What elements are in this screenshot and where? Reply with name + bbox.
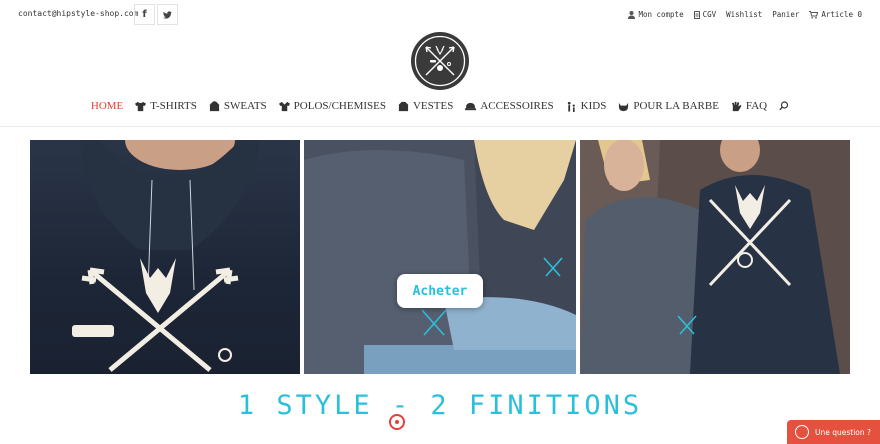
nav-kids[interactable]: KIDS bbox=[566, 100, 606, 112]
nav-pour-la-barbe[interactable]: POUR LA BARBE bbox=[618, 100, 719, 112]
chat-bubble-icon bbox=[795, 425, 809, 439]
nav-home[interactable]: HOME bbox=[91, 100, 123, 112]
facebook-icon: f bbox=[142, 9, 147, 20]
wishlist-link[interactable]: Wishlist bbox=[726, 10, 762, 19]
twitter-button[interactable] bbox=[157, 4, 178, 25]
nav-accessoires[interactable]: ACCESSOIRES bbox=[465, 100, 554, 112]
search-icon bbox=[779, 101, 789, 111]
article-count-link[interactable]: Article 0 bbox=[809, 10, 862, 19]
account-links: Mon compte CGV Wishlist Panier Article 0 bbox=[628, 10, 862, 19]
hand-icon bbox=[731, 101, 742, 111]
hero-image-couple-sitting[interactable] bbox=[304, 140, 576, 374]
hipstyle-logo[interactable] bbox=[411, 32, 469, 90]
buy-button[interactable]: Acheter bbox=[397, 274, 483, 308]
tshirt-icon bbox=[135, 101, 147, 111]
polo-icon bbox=[278, 101, 290, 111]
my-account-link[interactable]: Mon compte bbox=[628, 10, 684, 19]
nav-tshirts[interactable]: T-SHIRTS bbox=[135, 100, 197, 112]
nav-faq[interactable]: FAQ bbox=[731, 100, 767, 112]
hero-image-hoodie-closeup[interactable] bbox=[30, 140, 300, 374]
document-icon bbox=[693, 10, 700, 19]
nav-divider bbox=[0, 126, 880, 127]
cgv-link[interactable]: CGV bbox=[693, 10, 716, 19]
nav-sweats[interactable]: SWEATS bbox=[209, 100, 267, 112]
cart-icon bbox=[809, 10, 819, 19]
jacket-icon bbox=[398, 101, 409, 111]
nav-polos-chemises[interactable]: POLOS/CHEMISES bbox=[278, 100, 386, 112]
search-button[interactable] bbox=[779, 101, 789, 111]
contact-email-link[interactable]: contact@hipstyle-shop.com bbox=[18, 9, 138, 18]
twitter-icon bbox=[163, 10, 172, 19]
kids-icon bbox=[567, 101, 575, 112]
chat-question-button[interactable]: Une question ? bbox=[787, 420, 880, 444]
beard-icon bbox=[619, 102, 629, 111]
facebook-button[interactable]: f bbox=[134, 4, 155, 25]
top-bar: contact@hipstyle-shop.com f Mon compte C… bbox=[0, 0, 880, 30]
mouse-cursor-indicator bbox=[389, 414, 405, 430]
cart-link[interactable]: Panier bbox=[772, 10, 799, 19]
hero-headline: 1 STYLE - 2 FINITIONS bbox=[237, 390, 643, 421]
hero-image-couple-standing[interactable] bbox=[580, 140, 850, 374]
hoodie-icon bbox=[209, 100, 219, 111]
nav-vestes[interactable]: VESTES bbox=[398, 100, 453, 112]
main-nav: HOME T-SHIRTS SWEATS POLOS/CHEMISES VEST… bbox=[0, 96, 880, 116]
cap-icon bbox=[465, 102, 477, 110]
user-icon bbox=[628, 10, 636, 19]
chat-question-label: Une question ? bbox=[815, 427, 872, 437]
